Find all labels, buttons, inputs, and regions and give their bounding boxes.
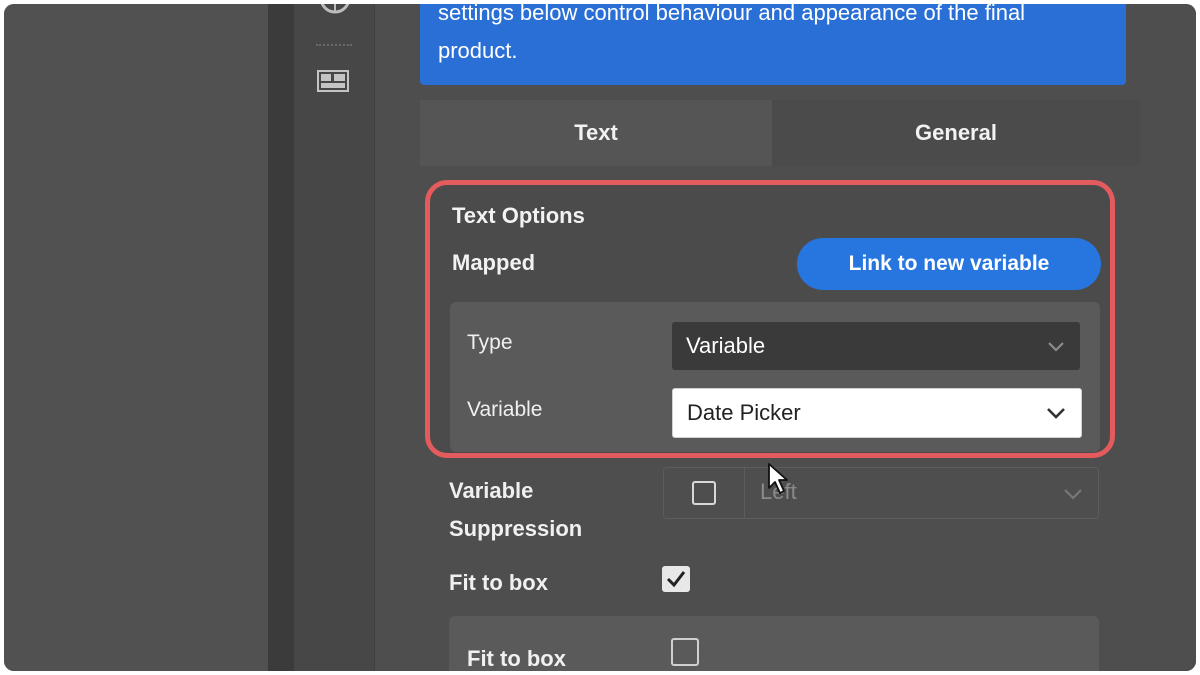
chevron-down-icon bbox=[1047, 408, 1065, 419]
tab-general-label: General bbox=[915, 120, 997, 145]
chevron-down-icon bbox=[1064, 489, 1082, 500]
section-title: Text Options bbox=[452, 203, 585, 228]
icon-rail bbox=[294, 4, 375, 671]
link-to-new-variable-button[interactable]: Link to new variable bbox=[797, 238, 1101, 290]
variable-select-value: Date Picker bbox=[687, 400, 801, 425]
grid-layout-icon[interactable] bbox=[317, 70, 349, 92]
canvas-area bbox=[4, 4, 268, 671]
fit-to-box-sub-checkbox[interactable] bbox=[671, 638, 699, 666]
tab-general[interactable]: General bbox=[772, 100, 1140, 166]
fit-to-box-sub-label: Fit to box bbox=[467, 646, 566, 671]
banner-line-2: product. bbox=[438, 38, 518, 63]
suppression-label-line-1: Variable bbox=[449, 478, 534, 503]
type-label: Type bbox=[467, 331, 513, 354]
fit-to-box-label: Fit to box bbox=[449, 570, 548, 595]
fit-to-box-card: Fit to box bbox=[449, 616, 1099, 671]
info-banner: settings below control behaviour and app… bbox=[420, 4, 1126, 85]
banner-line-1: settings below control behaviour and app… bbox=[438, 4, 1026, 25]
suppression-label-line-2: Suppression bbox=[449, 516, 583, 541]
variable-select[interactable]: Date Picker bbox=[672, 388, 1082, 438]
mouse-pointer-icon bbox=[768, 463, 788, 494]
fit-to-box-checkbox[interactable] bbox=[662, 566, 690, 592]
control-divider bbox=[744, 468, 745, 518]
suppression-checkbox[interactable] bbox=[692, 481, 716, 505]
link-button-label: Link to new variable bbox=[848, 252, 1050, 275]
mapping-card: Type Variable Variable Date Picker bbox=[450, 302, 1100, 452]
tab-text-label: Text bbox=[574, 120, 618, 145]
rail-separator bbox=[316, 44, 352, 49]
type-select-value: Variable bbox=[686, 333, 766, 358]
mapped-label: Mapped bbox=[452, 250, 536, 275]
text-options-section: Text Options Mapped Link to new variable… bbox=[425, 180, 1115, 458]
globe-icon[interactable] bbox=[317, 4, 353, 18]
properties-panel: settings below control behaviour and app… bbox=[375, 4, 1196, 671]
app-window: settings below control behaviour and app… bbox=[4, 4, 1196, 671]
variable-suppression-label: Variable Suppression bbox=[449, 472, 582, 548]
suppression-control: Left bbox=[663, 467, 1099, 519]
variable-label: Variable bbox=[467, 398, 543, 421]
tab-bar: Text General bbox=[420, 100, 1140, 166]
tab-text[interactable]: Text bbox=[420, 100, 772, 166]
checkmark-icon bbox=[666, 571, 686, 588]
type-select[interactable]: Variable bbox=[672, 322, 1080, 370]
panel-divider bbox=[268, 4, 294, 671]
chevron-down-icon bbox=[1048, 342, 1064, 352]
